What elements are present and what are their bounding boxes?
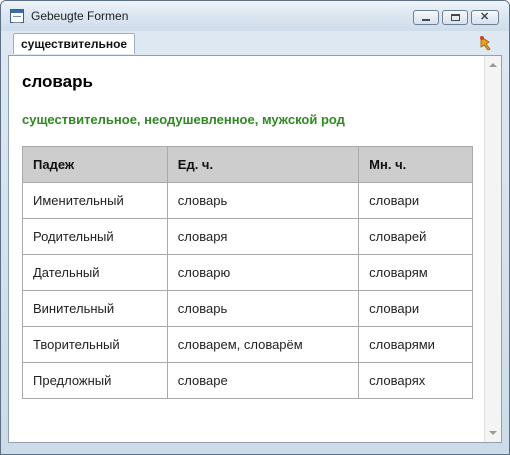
grammar-info: существительное, неодушевленное, мужской…: [22, 112, 345, 127]
plural-form: словари: [358, 290, 473, 327]
table-row: Дательный словарю словарям: [22, 254, 473, 291]
close-icon: ✕: [480, 11, 490, 23]
case-name: Родительный: [22, 218, 168, 255]
scroll-down-arrow-icon[interactable]: [489, 431, 497, 435]
singular-form: словарь: [166, 290, 360, 327]
singular-form: словаре: [166, 362, 360, 399]
case-name: Винительный: [22, 290, 168, 327]
minimize-icon: [422, 19, 430, 21]
singular-form: словаря: [166, 218, 360, 255]
singular-form: словарь: [166, 182, 360, 219]
case-name: Творительный: [22, 326, 168, 363]
content-frame: словарь существительное, неодушевленное,…: [8, 55, 502, 443]
case-name: Предложный: [22, 362, 168, 399]
title-bar[interactable]: Gebeugte Formen ✕: [1, 1, 509, 31]
header-singular: Ед. ч.: [166, 146, 360, 183]
header-case: Падеж: [22, 146, 168, 183]
window-title: Gebeugte Formen: [31, 9, 129, 23]
app-window: Gebeugte Formen ✕ существительное словар…: [0, 0, 510, 455]
scroll-up-arrow-icon[interactable]: [489, 63, 497, 67]
table-header-row: Падеж Ед. ч. Мн. ч.: [22, 146, 473, 183]
table-row: Именительный словарь словари: [22, 182, 473, 219]
case-name: Именительный: [22, 182, 168, 219]
close-button[interactable]: ✕: [471, 10, 499, 25]
tab-noun[interactable]: существительное: [13, 33, 136, 54]
table-row: Винительный словарь словари: [22, 290, 473, 327]
case-name: Дательный: [22, 254, 168, 291]
singular-form: словарем, словарём: [166, 326, 360, 363]
minimize-button[interactable]: [413, 10, 439, 25]
plural-form: словарям: [358, 254, 473, 291]
pin-icon[interactable]: [477, 35, 493, 51]
plural-form: словарями: [358, 326, 473, 363]
entry-word: словарь: [22, 72, 93, 91]
singular-form: словарю: [166, 254, 360, 291]
plural-form: словарях: [358, 362, 473, 399]
plural-form: словарей: [358, 218, 473, 255]
table-row: Творительный словарем, словарём словарям…: [22, 326, 473, 363]
window-app-icon: [10, 9, 24, 23]
maximize-button[interactable]: [442, 10, 468, 25]
vertical-scrollbar[interactable]: [484, 56, 501, 442]
maximize-icon: [451, 14, 460, 21]
entry-content: словарь существительное, неодушевленное,…: [9, 56, 484, 442]
header-plural: Мн. ч.: [358, 146, 473, 183]
table-row: Предложный словаре словарях: [22, 362, 473, 399]
table-row: Родительный словаря словарей: [22, 218, 473, 255]
plural-form: словари: [358, 182, 473, 219]
declension-table: Падеж Ед. ч. Мн. ч. Именительный словарь…: [22, 146, 473, 399]
tab-bar: существительное: [1, 31, 509, 55]
